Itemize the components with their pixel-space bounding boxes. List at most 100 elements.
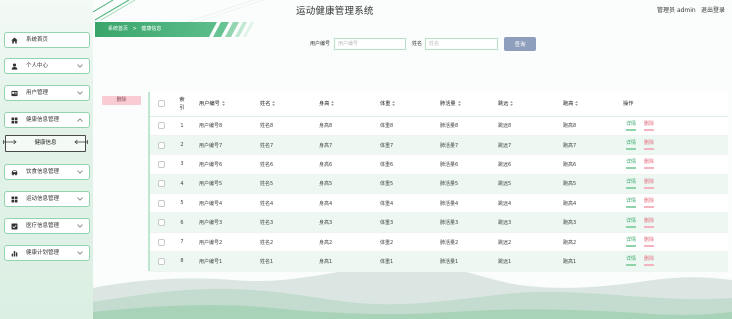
delete-link[interactable]: 删除 [644,159,655,170]
row-checkbox[interactable] [157,180,165,188]
index-cell: 3 [172,154,192,175]
table-row: 1 用户编号8 姓名8 身高8 体重8 肺活量8 跳远8 跑高8 详情 删除 [150,116,728,136]
sort-icon[interactable] [457,101,461,107]
id-card-icon [11,90,18,96]
name-cell: 姓名5 [253,174,312,195]
bar-chart-icon [11,250,18,256]
checkbox-cell [150,174,172,195]
sort-icon[interactable] [510,101,514,107]
height-cell: 身高7 [312,135,373,156]
column-header-weight[interactable]: 体重 [373,92,433,117]
row-checkbox[interactable] [157,141,165,149]
user-info: 管理员 admin [657,5,696,14]
sidebar-item-user-management[interactable]: 用户管理 [4,85,90,101]
lung-capacity-cell: 肺活量5 [433,174,491,195]
delete-link[interactable]: 删除 [644,198,655,209]
weight-cell: 体重5 [373,174,433,195]
row-checkbox[interactable] [157,199,165,207]
detail-link[interactable]: 详情 [626,256,637,267]
sort-icon[interactable] [272,101,276,107]
sidebar-item-personal-center[interactable]: 个人中心 [4,58,90,74]
index-cell: 4 [172,174,192,195]
detail-link[interactable]: 详情 [626,140,637,151]
column-header-lung-capacity[interactable]: 肺活量 [433,92,491,117]
sidebar-item-label: 饮食信息管理 [26,169,60,175]
column-header-name[interactable]: 姓名 [253,92,312,117]
breadcrumb-home[interactable]: 系统首页 [108,26,128,32]
search-button[interactable]: 查询 [504,37,536,51]
checkbox-cell [150,251,172,272]
logout-link[interactable]: 退出登录 [701,5,725,14]
delete-link[interactable]: 删除 [644,179,655,189]
table-row: 8 用户编号1 姓名1 身高1 体重1 肺活量1 跳远1 跑高1 详情 删除 [150,251,728,272]
table-body: 1 用户编号8 姓名8 身高8 体重8 肺活量8 跳远8 跑高8 详情 删除 2 用户编号7 姓名7 身高… [150,116,728,272]
select-all-checkbox[interactable] [157,100,165,108]
sidebar-item-health-info-management[interactable]: 健康信息管理 [4,112,90,128]
column-header-run-high[interactable]: 跑高 [556,92,617,117]
name-cell: 姓名4 [253,193,312,214]
user-no-cell: 用户编号7 [192,135,253,156]
sidebar-item-diet-info-management[interactable]: 饮食信息管理 [4,164,90,180]
chevron-down-icon [77,91,83,95]
delete-link[interactable]: 删除 [644,237,655,248]
column-header-user-no[interactable]: 用户编号 [192,92,253,117]
sort-icon[interactable] [392,101,396,107]
column-header-height[interactable]: 身高 [312,92,373,117]
table-row: 5 用户编号4 姓名4 身高4 体重4 肺活量4 跳远4 跑高4 详情 删除 [150,193,728,214]
user-no-input[interactable] [334,38,406,50]
column-label: 用户编号 [199,101,220,108]
sidebar-item-medical-info-management[interactable]: 医疗信息管理 [4,218,90,234]
detail-link[interactable]: 详情 [626,237,637,248]
row-checkbox[interactable] [157,219,165,227]
page: 系统首页 个人中心 用户管理 健康信息管理 健康信息 饮食信息管理 运动信息管理… [0,0,732,319]
index-cell: 8 [172,251,192,272]
row-checkbox[interactable] [157,257,165,265]
checkbox-icon [11,223,18,229]
sidebar-item-exercise-info-management[interactable]: 运动信息管理 [4,191,90,207]
table-row: 2 用户编号7 姓名7 身高7 体重7 肺活量7 跳远7 跑高7 详情 删除 [150,135,728,156]
detail-link[interactable]: 详情 [626,179,637,189]
height-cell: 身高2 [312,232,373,253]
row-checkbox[interactable] [157,122,165,130]
sort-icon[interactable] [575,101,579,107]
column-header-actions: 操作 [617,92,728,117]
run-high-cell: 跑高2 [556,232,617,253]
user-no-cell: 用户编号5 [192,174,253,195]
sort-icon[interactable] [221,101,225,107]
detail-link[interactable]: 详情 [626,218,637,228]
weight-cell: 体重1 [373,251,433,272]
user-no-cell: 用户编号8 [192,116,253,136]
checkbox-cell [150,212,172,233]
column-label: 跳远 [498,101,509,108]
detail-link[interactable]: 详情 [626,198,637,209]
user-role: 管理员 [657,7,676,14]
table-header-row: 索引 用户编号 姓名 身高 体重 肺活量 跳远 跑高 操作 [150,92,728,117]
actions-cell: 详情 删除 [617,135,728,156]
sidebar-item-label: 医疗信息管理 [26,223,60,229]
run-high-cell: 跑高6 [556,154,617,175]
delete-link[interactable]: 删除 [644,140,655,151]
lung-capacity-cell: 肺活量1 [433,251,491,272]
batch-delete-button[interactable]: 删除 [102,96,141,105]
sidebar-item-home[interactable]: 系统首页 [4,32,90,48]
height-cell: 身高4 [312,193,373,214]
row-checkbox[interactable] [157,238,165,246]
user-no-label: 用户编号 [310,41,331,47]
name-cell: 姓名8 [253,116,312,136]
sort-icon[interactable] [331,101,335,107]
detail-link[interactable]: 详情 [626,121,637,131]
column-label: 身高 [319,101,330,108]
sidebar-item-health-plan-management[interactable]: 健康计划管理 [4,245,90,261]
detail-link[interactable]: 详情 [626,159,637,170]
long-jump-cell: 跳远2 [491,232,556,253]
weight-cell: 体重7 [373,135,433,156]
delete-link[interactable]: 删除 [644,121,655,131]
row-checkbox[interactable] [157,160,165,168]
breadcrumb-separator: > [132,26,137,32]
name-input[interactable] [425,38,498,50]
name-label: 姓名 [412,41,423,47]
delete-link[interactable]: 删除 [644,218,655,228]
column-header-long-jump[interactable]: 跳远 [491,92,556,117]
name-cell: 姓名1 [253,251,312,272]
delete-link[interactable]: 删除 [644,256,655,267]
